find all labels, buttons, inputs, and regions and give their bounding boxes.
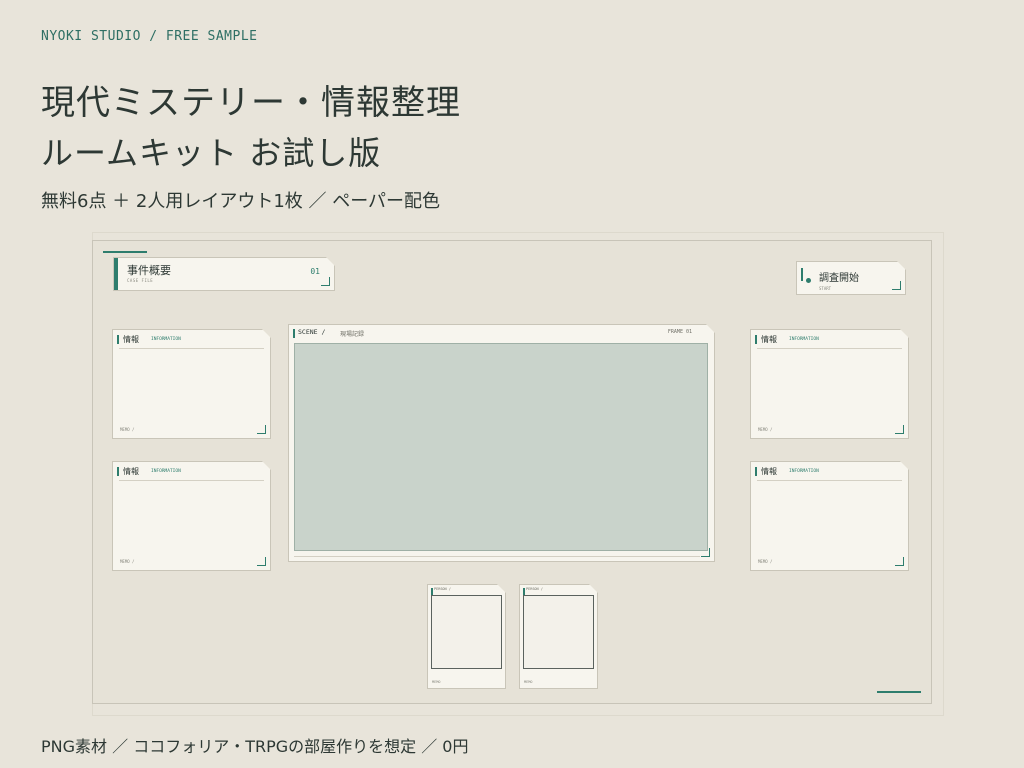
corner-mark-icon (257, 557, 266, 566)
portrait-placeholder (523, 595, 594, 669)
corner-mark-icon (895, 425, 904, 434)
divider (757, 348, 902, 349)
start-accent-bar (801, 268, 803, 281)
dot-icon (806, 278, 811, 283)
person-card-2: PERSON / MEMO (519, 584, 598, 689)
info-subtitle: INFORMATION (151, 337, 181, 342)
scene-label: SCENE / (298, 328, 326, 336)
corner-mark-icon (257, 425, 266, 434)
info-memo: MEMO / (120, 559, 135, 564)
start-title: 調査開始 (819, 273, 859, 284)
corner-mark-icon (321, 277, 330, 286)
accent-line-bottom (877, 691, 921, 693)
info-card-right-top: 情報 INFORMATION MEMO / (750, 329, 909, 439)
info-memo: MEMO / (120, 427, 135, 432)
info-card-left-bottom: 情報 INFORMATION MEMO / (112, 461, 271, 571)
page-subtitle: 無料6点 ＋ 2人用レイアウト1枚 ／ ペーパー配色 (41, 191, 441, 212)
info-subtitle: INFORMATION (151, 469, 181, 474)
corner-mark-icon (892, 281, 901, 290)
divider (294, 556, 700, 557)
info-card-right-bottom: 情報 INFORMATION MEMO / (750, 461, 909, 571)
person-label: PERSON / (526, 587, 543, 591)
info-title: 情報 (761, 335, 777, 344)
scene-image-area (294, 343, 708, 551)
info-title: 情報 (761, 467, 777, 476)
divider (119, 480, 264, 481)
start-card: 調査開始 START (796, 261, 906, 295)
case-number: 01 (310, 267, 320, 276)
scene-frame-label: FRAME 01 (667, 329, 692, 335)
info-subtitle: INFORMATION (789, 337, 819, 342)
info-title: 情報 (123, 467, 139, 476)
divider (757, 480, 902, 481)
info-card-left-top: 情報 INFORMATION MEMO / (112, 329, 271, 439)
info-title: 情報 (123, 335, 139, 344)
page-title-line2: ルームキット お試し版 (41, 134, 382, 172)
accent-line-top (103, 251, 147, 253)
scene-card: SCENE / 現場記録 FRAME 01 (288, 324, 715, 562)
case-file-card: 事件概要 CASE FILE 01 (113, 257, 335, 291)
page-title-line1: 現代ミステリー・情報整理 (41, 83, 461, 123)
footer-text: PNG素材 ／ ココフォリア・TRPGの部屋作りを想定 ／ 0円 (41, 737, 469, 756)
info-accent-bar (755, 335, 757, 344)
info-accent-bar (117, 335, 119, 344)
info-accent-bar (755, 467, 757, 476)
scene-accent-bar (293, 329, 295, 338)
case-accent-bar (114, 258, 118, 290)
portrait-placeholder (431, 595, 502, 669)
info-memo: MEMO / (758, 559, 773, 564)
info-subtitle: INFORMATION (789, 469, 819, 474)
brand-label: NYOKI STUDIO / FREE SAMPLE (41, 29, 258, 44)
info-accent-bar (117, 467, 119, 476)
info-memo: MEMO / (758, 427, 773, 432)
divider (119, 348, 264, 349)
corner-mark-icon (895, 557, 904, 566)
scene-title: 現場記録 (340, 331, 365, 338)
person-card-1: PERSON / MEMO (427, 584, 506, 689)
start-subtitle: START (819, 286, 832, 291)
person-memo: MEMO (524, 680, 533, 684)
corner-mark-icon (701, 548, 710, 557)
person-label: PERSON / (434, 587, 451, 591)
person-memo: MEMO (432, 680, 441, 684)
case-subtitle: CASE FILE (127, 278, 154, 283)
case-title: 事件概要 (127, 264, 171, 277)
